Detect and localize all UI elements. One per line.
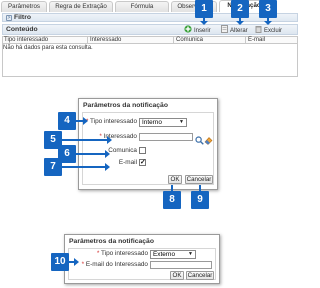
callout-badge: 4 [58,112,76,130]
empty-message: Não há dados para esta consulta. [3,45,93,51]
tab-formula[interactable]: Fórmula [115,1,169,12]
callout-arrow [236,21,244,25]
tipo-interessado-select[interactable]: Interno ▼ [139,118,187,127]
filter-bar[interactable]: > Filtro [2,13,298,22]
column-header[interactable]: E-mail [247,37,265,44]
callout-arrow [105,163,110,171]
chevron-down-icon: ▼ [179,119,184,125]
column-header[interactable]: Tipo interessado [3,37,48,44]
callout-badge: 3 [259,0,277,18]
edit-button[interactable]: Alterar [221,25,248,35]
dialog-title: Parâmetros da notificação [83,102,168,109]
content-header: Conteúdo Inserir Alterar Excluir [2,24,298,35]
tipo-interessado-label: * Tipo interessado [96,250,148,257]
eraser-icon[interactable] [204,132,213,150]
dialog-body: * Tipo interessado Externo ▼ * E-mail do … [68,248,216,280]
callout-badge: 8 [163,191,181,209]
notification-dialog-external: Parâmetros da notificação * Tipo interes… [64,234,220,284]
chevron-down-icon: ▼ [188,251,193,257]
callout-badge: 1 [195,0,213,18]
tab-regra-extracao[interactable]: Regra de Extração [49,1,113,12]
column-header[interactable]: Comunica [175,37,203,44]
callout-arrow [264,21,272,25]
chevron-icon[interactable]: > [6,15,12,21]
callout-arrow [107,136,112,144]
tipo-interessado-label: * Tipo interessado [85,118,137,125]
callout-arrow [74,258,79,266]
insert-button[interactable]: Inserir [184,25,211,35]
tipo-interessado-select[interactable]: Externo ▼ [150,250,196,259]
callout-arrow [200,21,208,25]
comunica-checkbox[interactable] [139,147,146,154]
cancel-button[interactable]: Cancelar [186,271,214,280]
tab-bar: Parâmetros Regra de Extração Fórmula Obs… [0,0,300,12]
callout-arrow [76,153,106,155]
interessado-input[interactable] [139,133,193,141]
dialog-body: * Tipo interessado Interno ▼ * Interessad… [82,112,214,185]
column-header[interactable]: Interessado [89,37,121,44]
ok-button[interactable]: OK [170,271,184,280]
callout-badge: 10 [51,253,69,271]
callout-badge: 7 [44,158,62,176]
callout-arrow [62,166,106,168]
cancel-button[interactable]: Cancelar [185,175,213,184]
callout-badge: 2 [231,0,249,18]
ok-button[interactable]: OK [168,175,182,184]
callout-arrow [83,117,88,125]
content-title: Conteúdo [6,26,38,33]
email-interessado-label: * E-mail do Interessado [81,261,148,268]
tab-parametros[interactable]: Parâmetros [1,1,47,12]
callout-badge: 9 [191,191,209,209]
email-interessado-input[interactable] [150,261,212,269]
dialog-title: Parâmetros da notificação [69,238,154,245]
filter-label: Filtro [14,14,31,21]
callout-arrow [62,139,108,141]
grid-header: Tipo interessado Interessado Comunica E-… [2,36,298,44]
search-icon[interactable] [195,132,204,150]
delete-button[interactable]: Excluir [255,25,282,35]
notification-dialog: Parâmetros da notificação * Tipo interes… [78,98,218,190]
email-checkbox[interactable]: ✓ [139,159,146,166]
callout-arrow [105,150,110,158]
